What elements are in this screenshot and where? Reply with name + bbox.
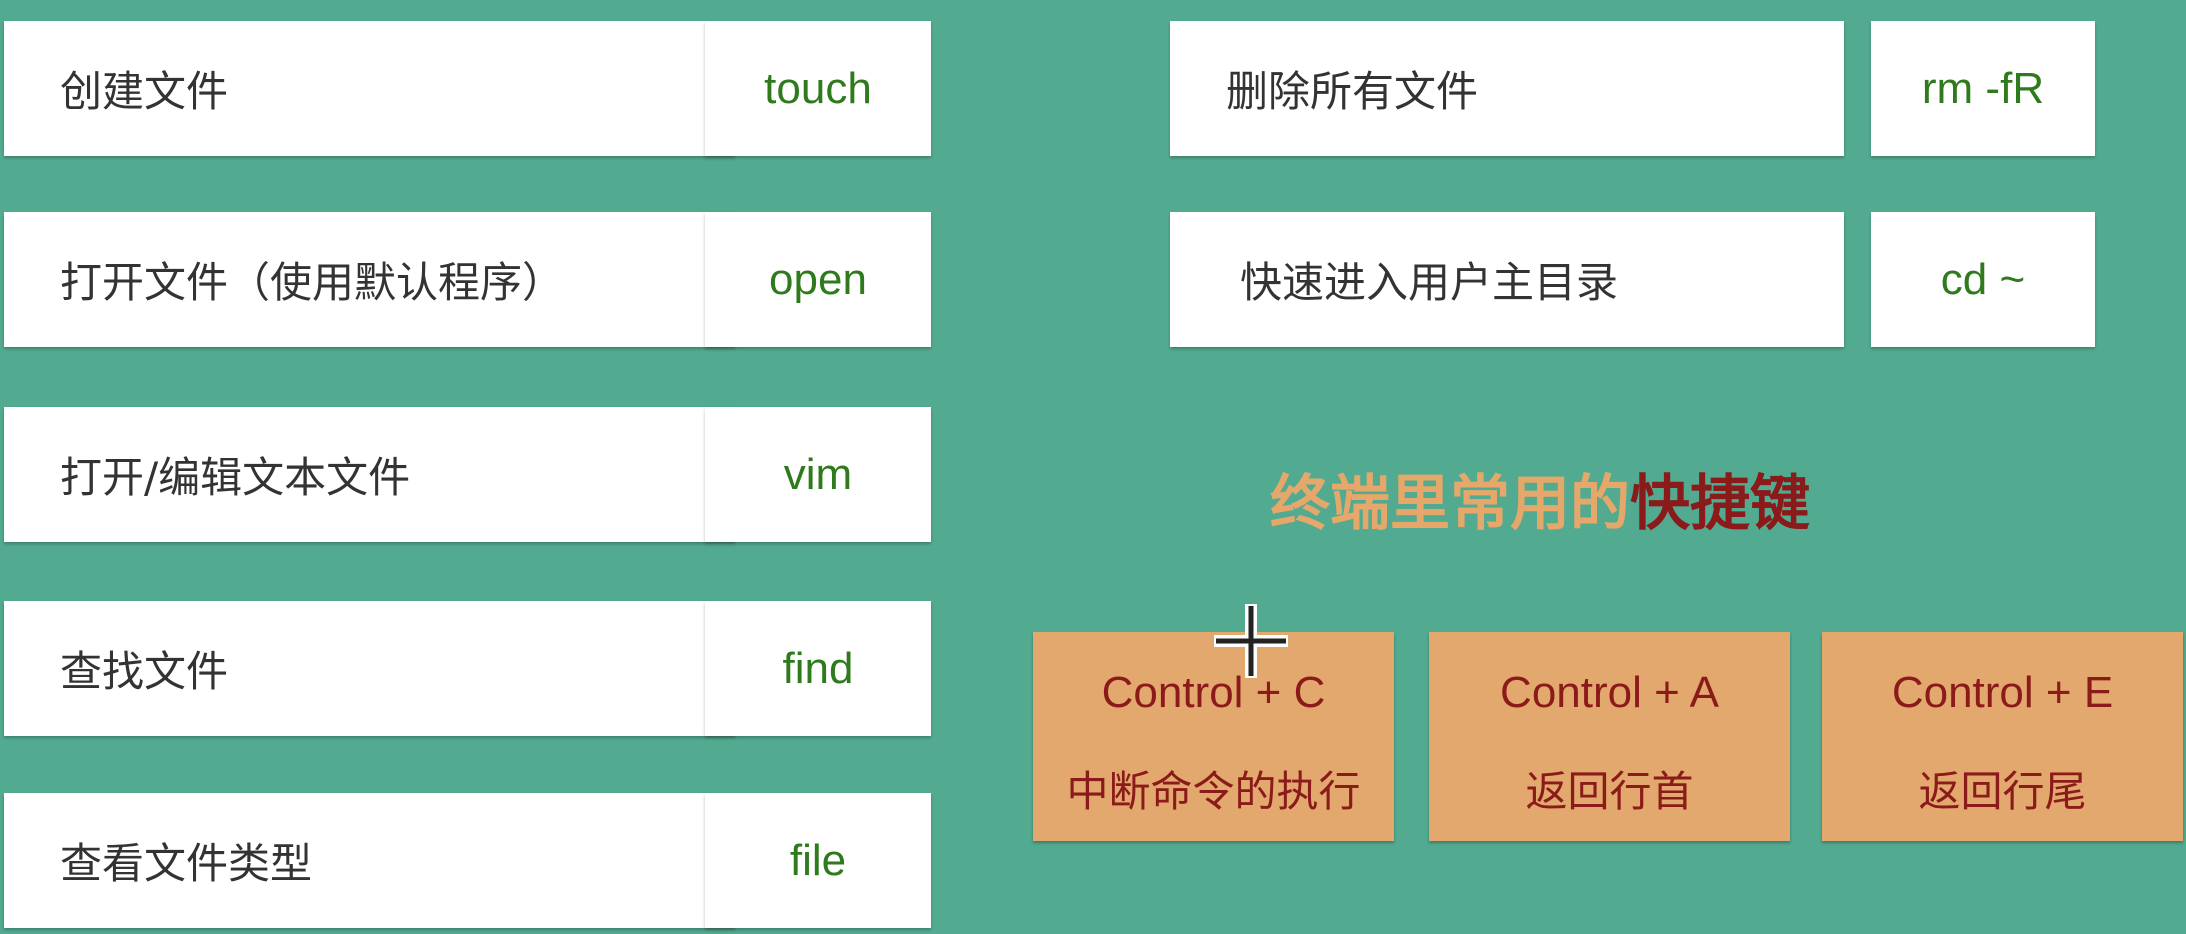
desc-label: 创建文件	[60, 67, 229, 116]
command-touch: touch	[705, 21, 931, 156]
command-desc-edit-text: 打开/编辑文本文件	[4, 407, 735, 542]
command-desc-create-file: 创建文件	[4, 21, 735, 156]
command-open: open	[705, 212, 931, 347]
title-normal: 终端里常用的	[1270, 469, 1630, 539]
cmd-label: open	[769, 254, 867, 304]
shortcut-desc: 返回行尾	[1918, 767, 2087, 816]
command-desc-open-file: 打开文件（使用默认程序）	[4, 212, 735, 347]
desc-label: 快速进入用户主目录	[1240, 258, 1619, 307]
command-cd: cd ~	[1871, 212, 2095, 347]
command-find: find	[705, 601, 931, 736]
desc-label: 删除所有文件	[1226, 67, 1479, 116]
shortcut-key: Control + A	[1500, 668, 1719, 717]
shortcut-control-e: Control + E 返回行尾	[1822, 632, 2183, 841]
title-highlight: 快捷键	[1630, 469, 1810, 539]
shortcut-desc: 返回行首	[1525, 767, 1694, 816]
cmd-label: rm -fR	[1921, 63, 2045, 113]
shortcut-key: Control + E	[1891, 668, 2114, 717]
cmd-label: find	[782, 643, 854, 693]
desc-label: 打开文件（使用默认程序）	[60, 258, 565, 307]
command-desc-find-file: 查找文件	[4, 601, 735, 736]
desc-label: 查看文件类型	[60, 839, 313, 888]
desc-label: 查找文件	[60, 647, 229, 696]
command-desc-home-dir: 快速进入用户主目录	[1170, 212, 1844, 347]
desc-label: 打开/编辑文本文件	[60, 453, 411, 502]
command-vim: vim	[705, 407, 931, 542]
cmd-label: touch	[764, 63, 872, 113]
cmd-label: cd ~	[1940, 254, 2026, 304]
shortcut-control-a: Control + A 返回行首	[1429, 632, 1790, 841]
shortcut-desc: 中断命令的执行	[1066, 767, 1361, 816]
command-desc-remove-all: 删除所有文件	[1170, 21, 1844, 156]
shortcuts-title: 终端里常用的快捷键	[1270, 455, 1810, 542]
command-desc-file-type: 查看文件类型	[4, 793, 735, 928]
cmd-label: vim	[783, 449, 853, 499]
crosshair-cursor-icon	[1214, 604, 1288, 678]
command-rm: rm -fR	[1871, 21, 2095, 156]
command-file: file	[705, 793, 931, 928]
cmd-label: file	[789, 835, 847, 885]
